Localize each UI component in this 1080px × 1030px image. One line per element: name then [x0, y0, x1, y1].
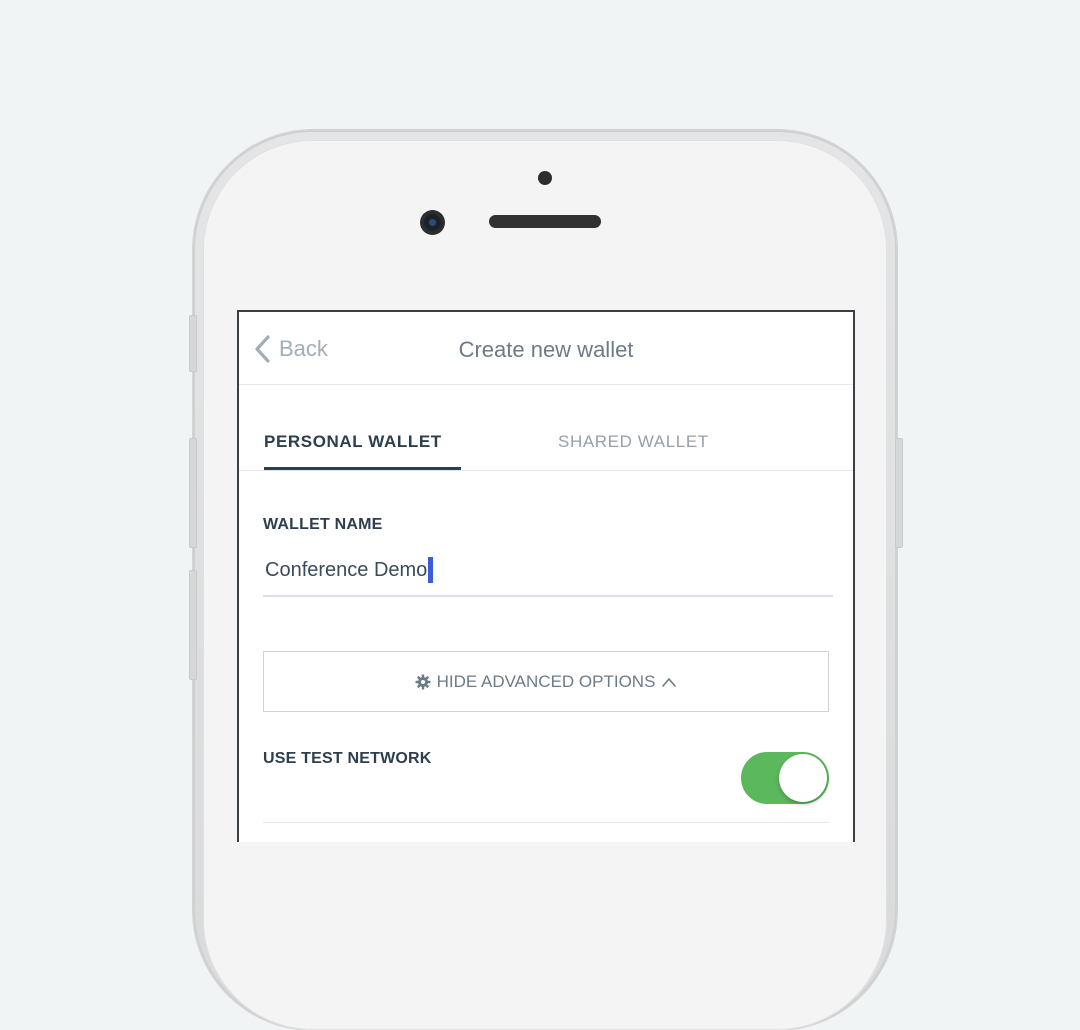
page-title: Create new wallet [458, 337, 634, 362]
phone-volume-up [189, 438, 197, 548]
proximity-sensor [538, 171, 552, 185]
phone-volume-down [189, 570, 197, 680]
text-caret [428, 557, 434, 583]
test-network-toggle[interactable] [741, 752, 829, 804]
toggle-knob [779, 754, 827, 802]
wallet-name-value: Conference Demo [265, 558, 428, 581]
wallet-type-tabs: PERSONAL WALLET SHARED WALLET [239, 385, 853, 471]
front-camera [420, 210, 445, 235]
test-network-label: USE TEST NETWORK [263, 750, 432, 767]
wallet-name-input[interactable]: Conference Demo [263, 545, 833, 597]
chevron-up-icon [662, 677, 677, 687]
navigation-bar: Back Create new wallet [239, 312, 853, 385]
tab-personal-wallet[interactable]: PERSONAL WALLET [264, 432, 442, 452]
gear-icon [415, 674, 431, 689]
tab-shared-wallet[interactable]: SHARED WALLET [558, 432, 709, 452]
advanced-options-label: HIDE ADVANCED OPTIONS [436, 671, 656, 691]
hide-advanced-options-button[interactable]: HIDE ADVANCED OPTIONS [263, 651, 829, 712]
phone-silent-switch [189, 315, 197, 372]
section-divider [263, 822, 829, 823]
phone-screen: Back Create new wallet PERSONAL WALLET S… [237, 310, 855, 842]
active-tab-indicator [264, 467, 461, 470]
earpiece-speaker [489, 215, 601, 228]
phone-power-button [895, 438, 903, 548]
wallet-name-label: WALLET NAME [263, 516, 383, 533]
